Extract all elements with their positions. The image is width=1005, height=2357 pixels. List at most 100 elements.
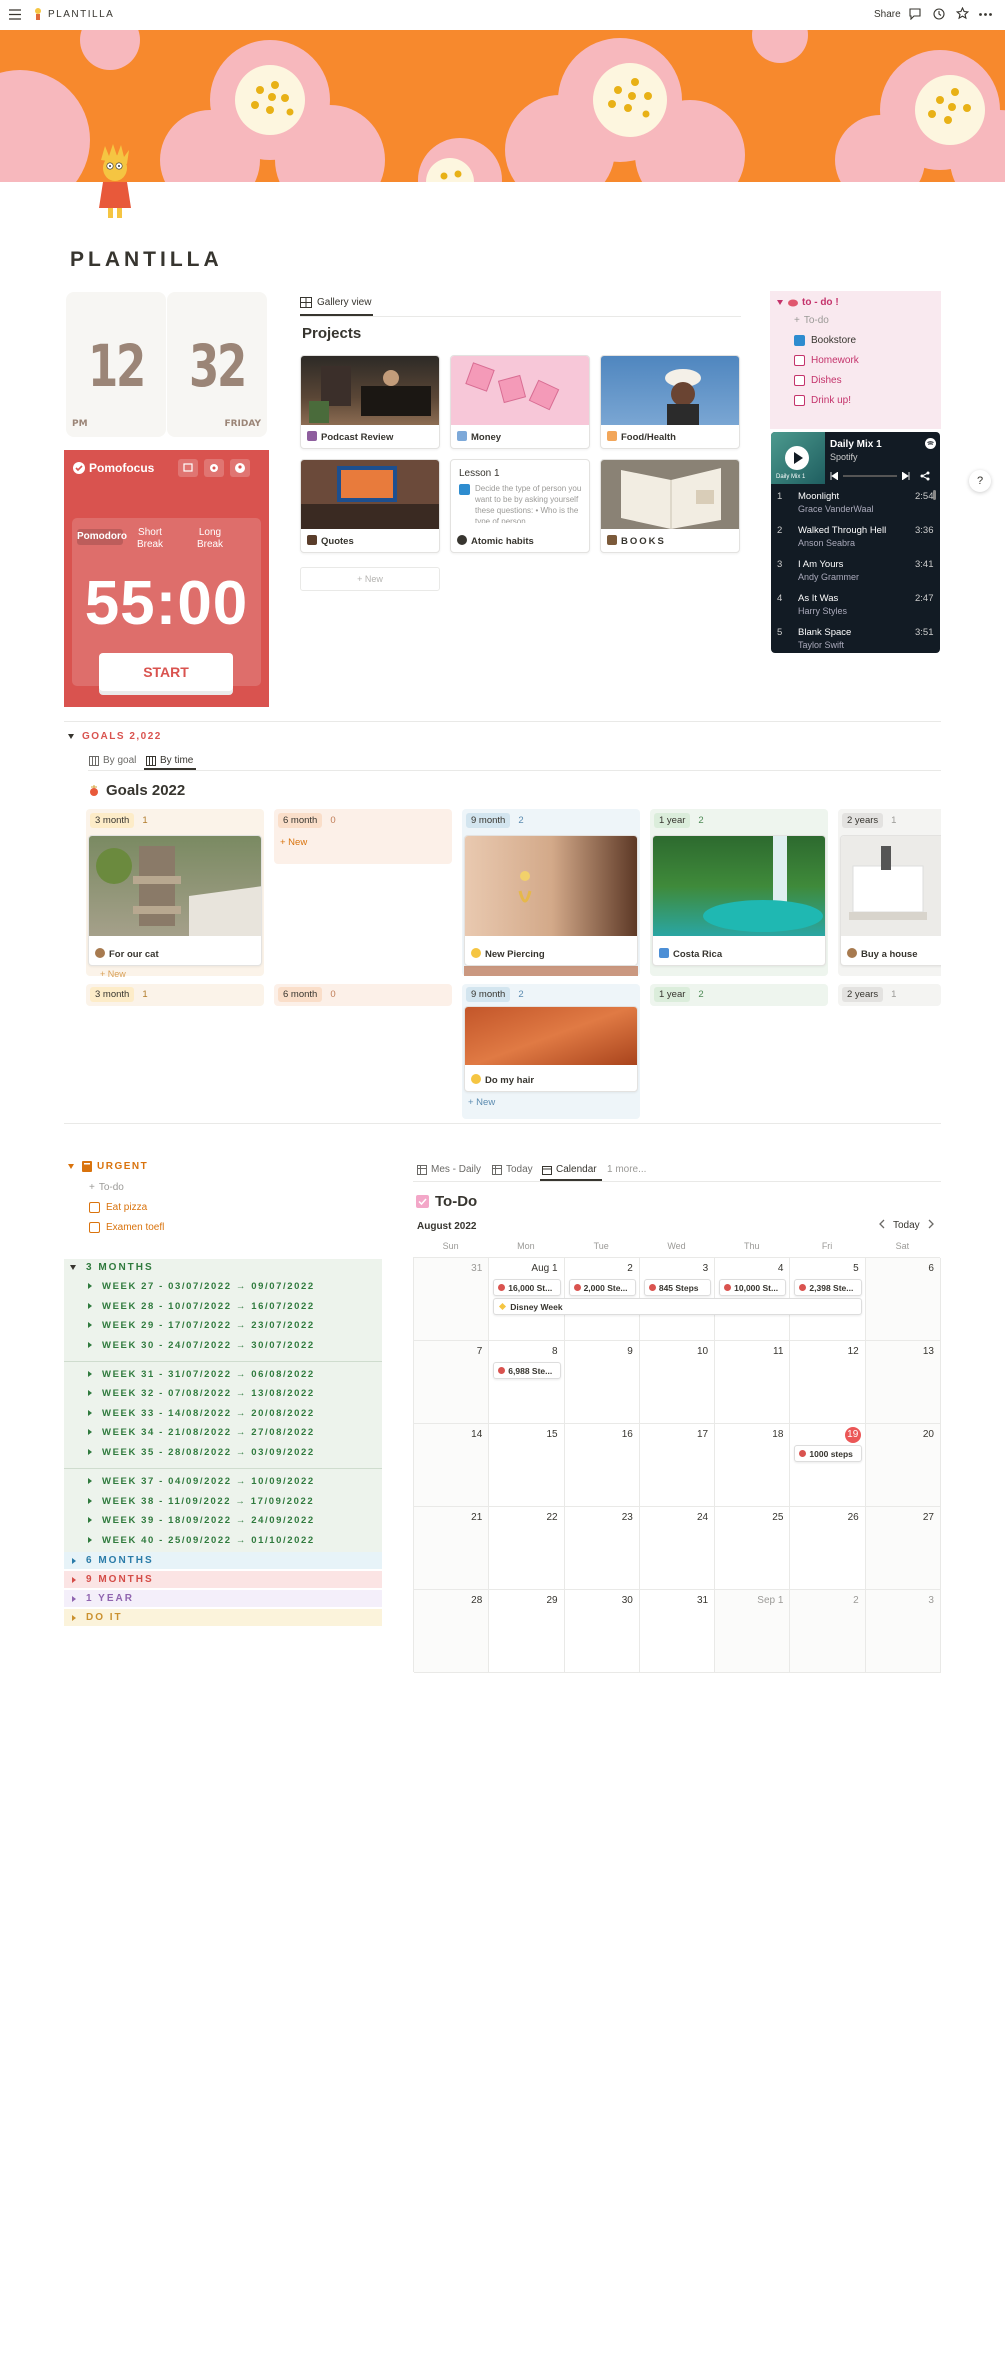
- playlist-title[interactable]: Daily Mix 1: [830, 439, 882, 450]
- cover-image[interactable]: [0, 30, 1005, 182]
- calendar-event[interactable]: 10,000 St...: [719, 1279, 787, 1296]
- calendar-day-cell[interactable]: 31: [639, 1590, 716, 1673]
- favorite-star-icon[interactable]: [956, 7, 969, 20]
- urgent-add-button[interactable]: + To-do: [89, 1182, 124, 1193]
- calendar-event-multiday[interactable]: Disney Week: [493, 1298, 862, 1315]
- calendar-day-cell[interactable]: 19: [790, 1424, 866, 1507]
- week-row[interactable]: WEEK 40 - 25/09/2022 → 01/10/2022: [88, 1535, 315, 1546]
- nine-months-toggle[interactable]: 9 MONTHS: [64, 1571, 382, 1588]
- more-icon[interactable]: [979, 13, 992, 16]
- new-goal-button[interactable]: + New: [468, 1097, 495, 1108]
- calendar-day-cell[interactable]: 25: [715, 1507, 791, 1590]
- week-row[interactable]: WEEK 33 - 14/08/2022 → 20/08/2022: [88, 1408, 315, 1419]
- report-button[interactable]: [178, 459, 198, 477]
- todo-item[interactable]: Bookstore: [794, 335, 856, 346]
- six-months-toggle[interactable]: 6 MONTHS: [64, 1552, 382, 1569]
- todo-toggle-header[interactable]: to - do !: [777, 297, 839, 308]
- next-month-button[interactable]: [927, 1219, 935, 1229]
- breadcrumb[interactable]: PLANTILLA: [48, 9, 114, 20]
- calendar-day-cell[interactable]: Sep 1: [715, 1590, 791, 1673]
- calendar-day-cell[interactable]: 6: [865, 1258, 941, 1341]
- tab-mes-daily[interactable]: Mes - Daily: [417, 1164, 481, 1175]
- calendar-day-cell[interactable]: 13: [865, 1341, 941, 1424]
- week-row[interactable]: WEEK 35 - 28/08/2022 → 03/09/2022: [88, 1447, 315, 1458]
- checkbox[interactable]: [794, 335, 805, 346]
- do-it-toggle[interactable]: DO IT: [64, 1609, 382, 1626]
- week-row[interactable]: WEEK 30 - 24/07/2022 → 30/07/2022: [88, 1340, 315, 1351]
- goals-title[interactable]: Goals 2022: [88, 782, 185, 799]
- goal-card-buy-a-house[interactable]: Buy a house: [840, 835, 941, 966]
- urgent-item[interactable]: Eat pizza: [89, 1202, 147, 1213]
- progress-track[interactable]: [843, 475, 897, 477]
- calendar-day-cell[interactable]: 20: [865, 1424, 941, 1507]
- gallery-card-food-health[interactable]: Food/Health: [600, 355, 740, 449]
- tab-by-goal[interactable]: By goal: [89, 755, 136, 766]
- calendar-day-cell[interactable]: 21: [414, 1507, 490, 1590]
- settings-button[interactable]: [204, 459, 224, 477]
- calendar-day-cell[interactable]: 24: [639, 1507, 716, 1590]
- gallery-new-button[interactable]: + New: [300, 567, 440, 591]
- play-button[interactable]: [784, 445, 810, 471]
- history-icon[interactable]: [933, 8, 945, 20]
- goal-card-new-piercing[interactable]: New Piercing: [464, 835, 638, 966]
- calendar-day-cell[interactable]: 10: [639, 1341, 716, 1424]
- tab-calendar[interactable]: Calendar: [542, 1164, 597, 1175]
- one-year-toggle[interactable]: 1 YEAR: [64, 1590, 382, 1607]
- tab-more[interactable]: 1 more...: [607, 1164, 646, 1175]
- tab-by-time[interactable]: By time: [146, 755, 193, 766]
- spotify-logo-icon[interactable]: [925, 438, 936, 449]
- comments-icon[interactable]: [909, 8, 921, 20]
- checkbox[interactable]: [89, 1222, 100, 1233]
- urgent-toggle[interactable]: URGENT: [68, 1161, 148, 1172]
- calendar-day-cell[interactable]: 18: [715, 1424, 791, 1507]
- calendar-title[interactable]: To-Do: [416, 1193, 477, 1210]
- calendar-event[interactable]: 16,000 St...: [493, 1279, 561, 1296]
- prev-month-button[interactable]: [878, 1219, 886, 1229]
- week-row[interactable]: WEEK 34 - 21/08/2022 → 27/08/2022: [88, 1427, 315, 1438]
- new-goal-button[interactable]: + New: [280, 837, 307, 848]
- calendar-day-cell[interactable]: 17: [639, 1424, 716, 1507]
- calendar-day-cell[interactable]: 11: [715, 1341, 791, 1424]
- checkbox[interactable]: [794, 395, 805, 406]
- calendar-day-cell[interactable]: 8: [489, 1341, 565, 1424]
- calendar-day-cell[interactable]: 12: [790, 1341, 866, 1424]
- calendar-event[interactable]: 1000 steps: [794, 1445, 862, 1462]
- week-row[interactable]: WEEK 32 - 07/08/2022 → 13/08/2022: [88, 1388, 315, 1399]
- goal-card-do-my-hair[interactable]: Do my hair: [464, 1006, 638, 1092]
- calendar-day-cell[interactable]: 31: [414, 1258, 490, 1341]
- tab-short-break[interactable]: Short Break: [130, 527, 170, 551]
- prev-track-icon[interactable]: [830, 472, 838, 480]
- calendar-day-cell[interactable]: 3: [865, 1590, 941, 1673]
- account-button[interactable]: [230, 459, 250, 477]
- checkbox[interactable]: [794, 375, 805, 386]
- checkbox[interactable]: [89, 1202, 100, 1213]
- start-button[interactable]: START: [99, 653, 233, 691]
- calendar-day-cell[interactable]: 22: [489, 1507, 565, 1590]
- calendar-day-cell[interactable]: 9: [564, 1341, 640, 1424]
- calendar-day-cell[interactable]: 16: [564, 1424, 640, 1507]
- gallery-card-atomic-habits[interactable]: Lesson 1 Decide the type of person you w…: [450, 459, 590, 553]
- page-title[interactable]: PLANTILLA: [70, 248, 223, 272]
- calendar-day-cell[interactable]: 2: [790, 1590, 866, 1673]
- calendar-event[interactable]: 845 Steps: [643, 1279, 712, 1296]
- gallery-card-quotes[interactable]: Quotes: [300, 459, 440, 553]
- three-months-toggle[interactable]: 3 MONTHS: [70, 1262, 154, 1273]
- help-button[interactable]: ?: [969, 470, 991, 492]
- calendar-day-cell[interactable]: 26: [790, 1507, 866, 1590]
- checkbox[interactable]: [794, 355, 805, 366]
- gallery-card-podcast[interactable]: Podcast Review: [300, 355, 440, 449]
- calendar-day-cell[interactable]: 23: [564, 1507, 640, 1590]
- urgent-item[interactable]: Examen toefl: [89, 1222, 164, 1233]
- todo-add-button[interactable]: + To-do: [794, 315, 829, 326]
- week-row[interactable]: WEEK 37 - 04/09/2022 → 10/09/2022: [88, 1476, 315, 1487]
- calendar-day-cell[interactable]: 28: [414, 1590, 490, 1673]
- week-row[interactable]: WEEK 38 - 11/09/2022 → 17/09/2022: [88, 1496, 314, 1507]
- tab-gallery-view[interactable]: Gallery view: [300, 297, 371, 308]
- gallery-card-books[interactable]: BOOKS: [600, 459, 740, 553]
- week-row[interactable]: WEEK 27 - 03/07/2022 → 09/07/2022: [88, 1281, 315, 1292]
- new-goal-button[interactable]: + New: [100, 969, 126, 979]
- calendar-event[interactable]: 6,988 Ste...: [493, 1362, 561, 1379]
- calendar-day-cell[interactable]: 30: [564, 1590, 640, 1673]
- menu-icon[interactable]: [9, 9, 21, 20]
- calendar-event[interactable]: 2,000 Ste...: [568, 1279, 636, 1296]
